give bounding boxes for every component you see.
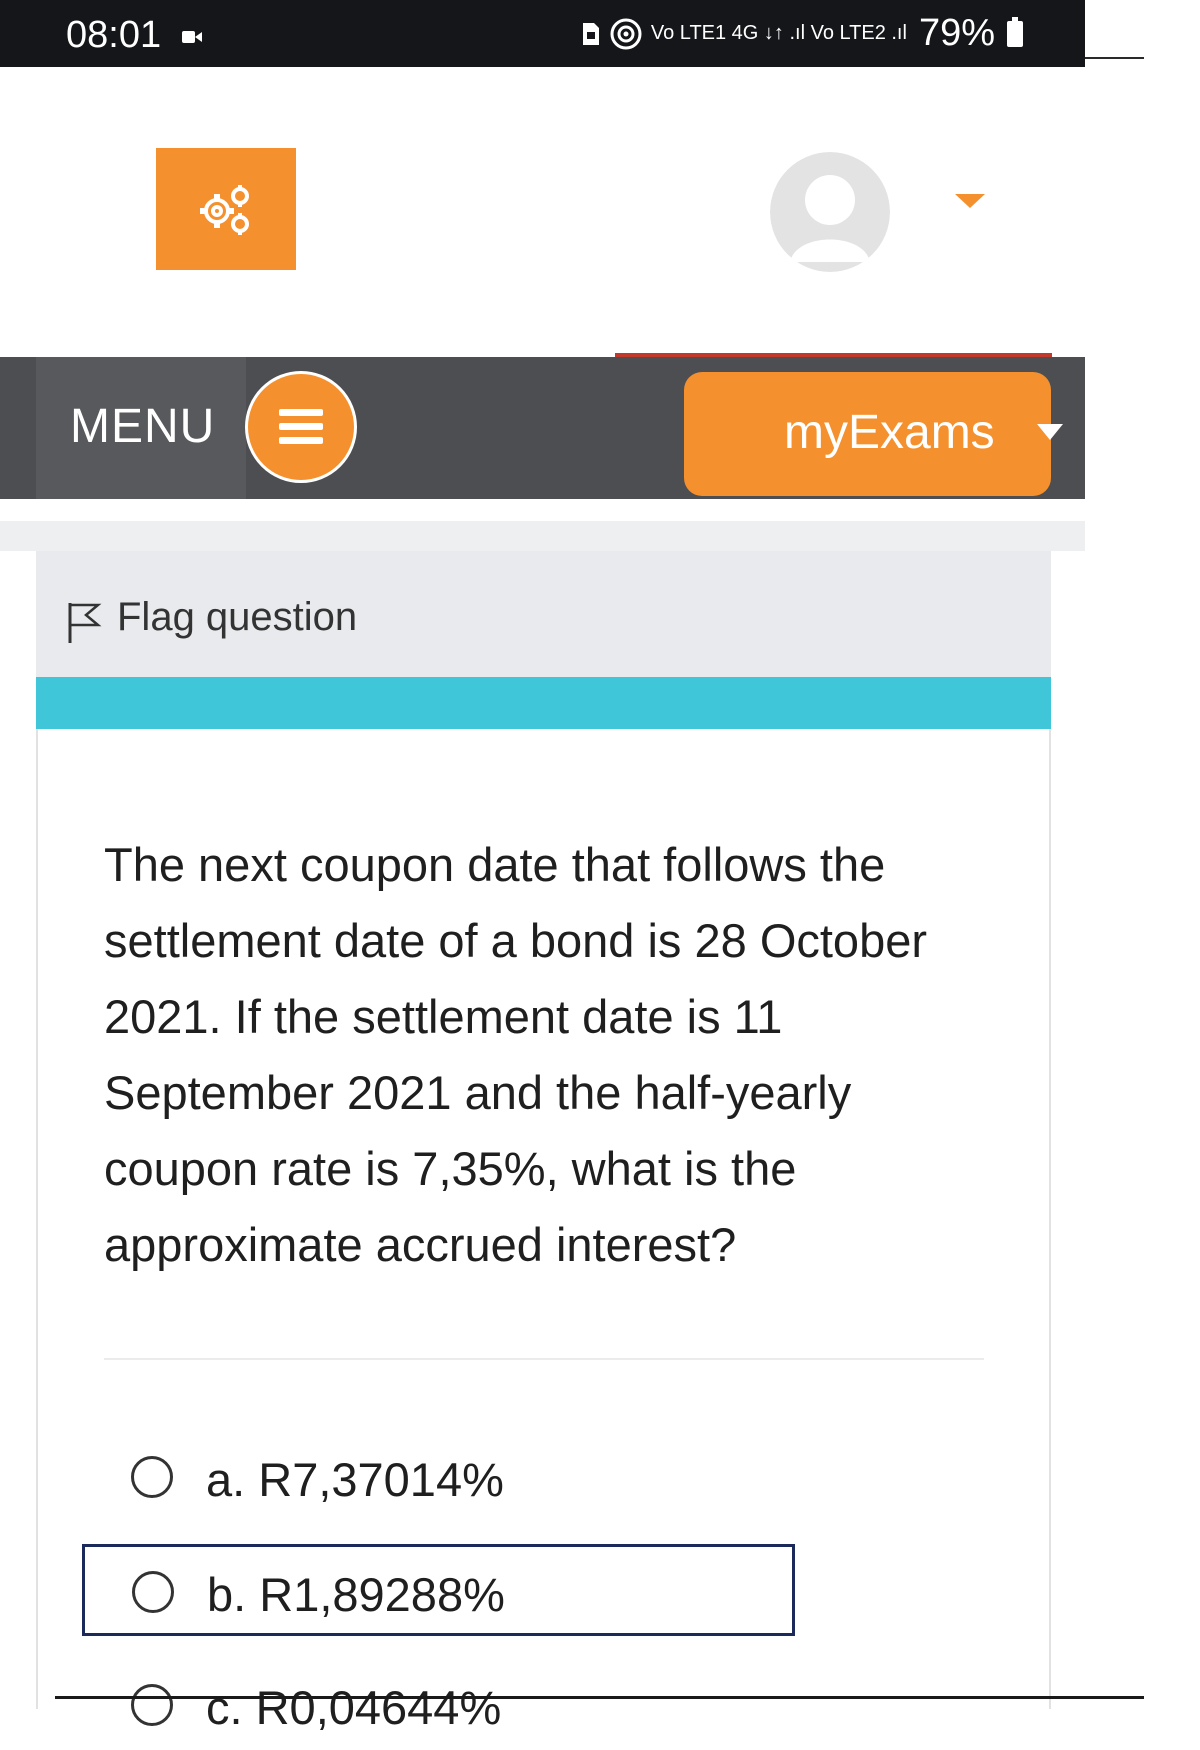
radio-button[interactable] <box>131 1684 173 1726</box>
sub-header-strip <box>0 521 1085 551</box>
caret-down-icon[interactable] <box>955 194 985 208</box>
answer-label[interactable]: a. R7,37014% <box>206 1452 504 1507</box>
answer-option-a[interactable]: a. R7,37014% <box>82 1430 795 1522</box>
hotspot-icon <box>610 18 642 49</box>
user-avatar-icon <box>770 152 890 272</box>
question-text: The next coupon date that follows the se… <box>104 838 928 1271</box>
status-indicators: Vo LTE1 4G ↓↑ .ıl Vo LTE2 .ıl 79% <box>581 12 1023 55</box>
status-time: 08:01 <box>66 14 162 56</box>
network-signal-icon: Vo LTE1 4G ↓↑ .ıl Vo LTE2 .ıl <box>650 22 907 44</box>
radio-button[interactable] <box>132 1571 174 1613</box>
battery-icon <box>1007 16 1023 47</box>
caret-down-icon <box>1037 424 1063 440</box>
question-accent-bar <box>36 677 1051 729</box>
sim-card-icon <box>582 22 599 45</box>
my-exams-label: myExams <box>784 406 995 459</box>
answer-option-c[interactable]: c. R0,04644% <box>82 1658 795 1750</box>
question-divider <box>104 1358 984 1360</box>
menu-label[interactable]: MENU <box>70 399 215 454</box>
menu-toggle-button[interactable] <box>245 371 357 483</box>
answer-label[interactable]: c. R0,04644% <box>206 1680 501 1735</box>
flag-question-link[interactable]: Flag question <box>117 595 357 640</box>
user-avatar[interactable] <box>770 152 890 272</box>
answer-label[interactable]: b. R1,89288% <box>207 1567 505 1622</box>
bottom-divider <box>55 1696 1144 1699</box>
gears-icon <box>200 185 249 235</box>
status-divider <box>1085 57 1144 59</box>
battery-percentage: 79% <box>918 12 995 54</box>
my-exams-button[interactable]: myExams <box>684 372 1063 496</box>
hamburger-icon <box>279 409 323 444</box>
video-camera-icon <box>182 31 202 43</box>
flag-icon[interactable] <box>66 601 102 645</box>
settings-button[interactable] <box>156 148 296 270</box>
radio-button[interactable] <box>131 1456 173 1498</box>
question-info: Flag question <box>36 551 1051 677</box>
status-bar: 08:01 Vo LTE1 4G ↓↑ .ıl Vo LTE2 .ıl 79% <box>0 0 1085 67</box>
answer-option-b[interactable]: b. R1,89288% <box>82 1544 795 1636</box>
